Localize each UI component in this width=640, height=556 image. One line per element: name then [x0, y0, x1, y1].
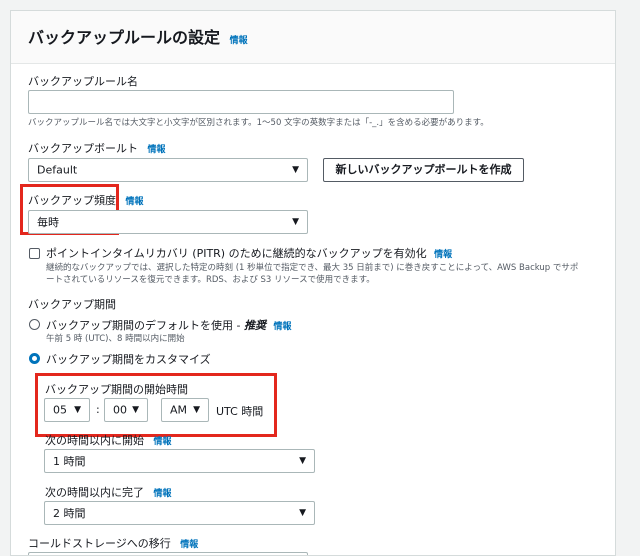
frequency-info-link[interactable]: 情報	[126, 197, 144, 207]
start-hour-select[interactable]: 05 ▼	[44, 398, 90, 422]
start-within-info-link[interactable]: 情報	[154, 437, 172, 447]
time-separator: :	[96, 403, 100, 416]
pitr-info-link[interactable]: 情報	[434, 250, 452, 260]
frequency-value: 毎時	[37, 216, 59, 229]
chevron-down-icon: ▼	[299, 508, 306, 518]
default-window-info-link[interactable]: 情報	[273, 322, 291, 332]
custom-window-radio[interactable]	[29, 353, 40, 364]
vault-info-link[interactable]: 情報	[148, 145, 166, 155]
rule-name-label: バックアップルール名	[28, 75, 138, 88]
complete-within-select[interactable]: 2 時間 ▼	[44, 501, 315, 525]
chevron-down-icon: ▼	[132, 405, 139, 415]
panel-title: バックアップルールの設定 情報	[28, 28, 248, 47]
start-within-value: 1 時間	[53, 455, 86, 468]
cold-storage-label: コールドストレージへの移行 情報	[28, 537, 199, 550]
cold-storage-select[interactable]	[28, 552, 308, 555]
vault-select[interactable]: Default ▼	[28, 158, 308, 182]
start-minute-value: 00	[113, 403, 127, 417]
window-label: バックアップ期間	[28, 298, 116, 311]
complete-within-info-link[interactable]: 情報	[154, 489, 172, 499]
rule-name-hint: バックアップルール名では大文字と小文字が区別されます。1〜50 文字の英数字また…	[28, 118, 489, 128]
chevron-down-icon: ▼	[193, 405, 200, 415]
pitr-label: ポイントインタイムリカバリ (PITR) のために継続的なバックアップを有効化 …	[46, 247, 453, 260]
chevron-down-icon: ▼	[74, 405, 81, 415]
start-hour-value: 05	[53, 403, 67, 417]
vault-label: バックアップボールト 情報	[28, 142, 166, 155]
start-within-label: 次の時間以内に開始 情報	[45, 434, 172, 447]
start-ampm-value: AM	[170, 403, 188, 417]
frequency-select[interactable]: 毎時 ▼	[28, 210, 308, 234]
start-tz-label: UTC 時間	[216, 405, 264, 418]
start-ampm-select[interactable]: AM ▼	[161, 398, 209, 422]
frequency-label: バックアップ頻度 情報	[28, 194, 144, 207]
title-info-link[interactable]: 情報	[230, 36, 248, 46]
default-window-label: バックアップ期間のデフォルトを使用 - 推奨 情報	[46, 319, 292, 332]
custom-window-label: バックアップ期間をカスタマイズ	[46, 353, 211, 366]
start-time-label: バックアップ期間の開始時間	[45, 383, 188, 396]
start-within-select[interactable]: 1 時間 ▼	[44, 449, 315, 473]
chevron-down-icon: ▼	[292, 165, 299, 175]
pitr-checkbox[interactable]	[29, 248, 40, 259]
pitr-description: 継続的なバックアップでは、選択した特定の時刻 (1 秒単位で指定でき、最大 35…	[46, 263, 579, 285]
chevron-down-icon: ▼	[299, 456, 306, 466]
start-minute-select[interactable]: 00 ▼	[104, 398, 148, 422]
complete-within-label: 次の時間以内に完了 情報	[45, 486, 172, 499]
cold-storage-info-link[interactable]: 情報	[180, 540, 198, 550]
vault-value: Default	[37, 163, 78, 177]
create-vault-button[interactable]: 新しいバックアップボールトを作成	[323, 158, 524, 182]
default-window-description: 午前 5 時 (UTC)、8 時間以内に開始	[46, 334, 185, 344]
backup-rule-panel: バックアップルールの設定 情報 バックアップルール名 バックアップルール名では大…	[10, 10, 616, 556]
chevron-down-icon: ▼	[292, 217, 299, 227]
default-window-radio[interactable]	[29, 319, 40, 330]
complete-within-value: 2 時間	[53, 507, 86, 520]
rule-name-input[interactable]	[28, 90, 454, 114]
